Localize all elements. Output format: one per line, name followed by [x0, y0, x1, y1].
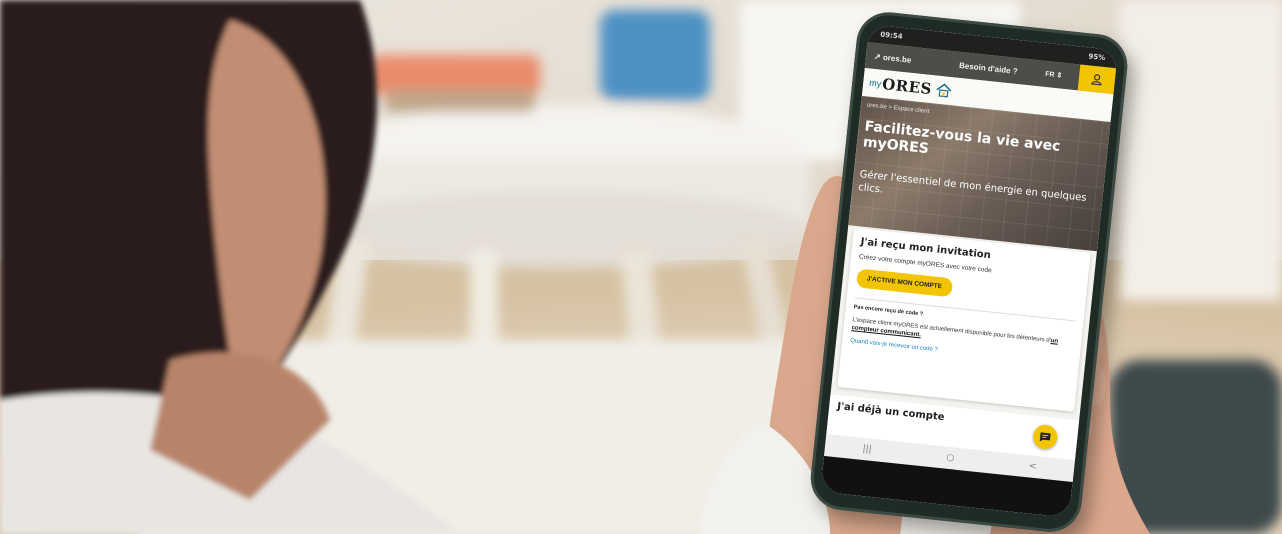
logo-prefix: my — [868, 77, 882, 89]
back-button[interactable]: < — [1028, 461, 1037, 472]
status-time: 09:54 — [879, 30, 903, 41]
logo-name: ORES — [881, 74, 933, 99]
home-link[interactable]: ↗ ores.be — [866, 51, 933, 67]
house-logo-icon — [936, 83, 952, 98]
language-label: FR — [1044, 70, 1055, 79]
hero-banner: ores.be > Espace client Facilitez-vous l… — [848, 95, 1111, 252]
recent-apps-button[interactable]: ||| — [862, 444, 872, 455]
status-battery: 95% — [1088, 52, 1106, 63]
help-link[interactable]: Besoin d'aide ? — [931, 58, 1045, 79]
home-link-label: ores.be — [882, 52, 912, 65]
phone-screen: 09:54 95% ↗ ores.be Besoin d'aide ? FR ⇕… — [820, 24, 1119, 518]
account-button[interactable] — [1077, 64, 1117, 95]
smartphone: 09:54 95% ↗ ores.be Besoin d'aide ? FR ⇕… — [806, 9, 1131, 534]
language-select[interactable]: FR ⇕ — [1045, 70, 1080, 82]
external-link-icon: ↗ — [873, 51, 882, 62]
activate-account-button[interactable]: J'ACTIVE MON COMPTE — [855, 268, 953, 298]
user-icon — [1091, 74, 1102, 86]
chat-icon — [1039, 431, 1051, 441]
invitation-card: J'ai reçu mon invitation Créez votre com… — [837, 227, 1091, 412]
photo-scene: 09:54 95% ↗ ores.be Besoin d'aide ? FR ⇕… — [0, 0, 1282, 534]
home-button[interactable]: ○ — [946, 453, 955, 464]
